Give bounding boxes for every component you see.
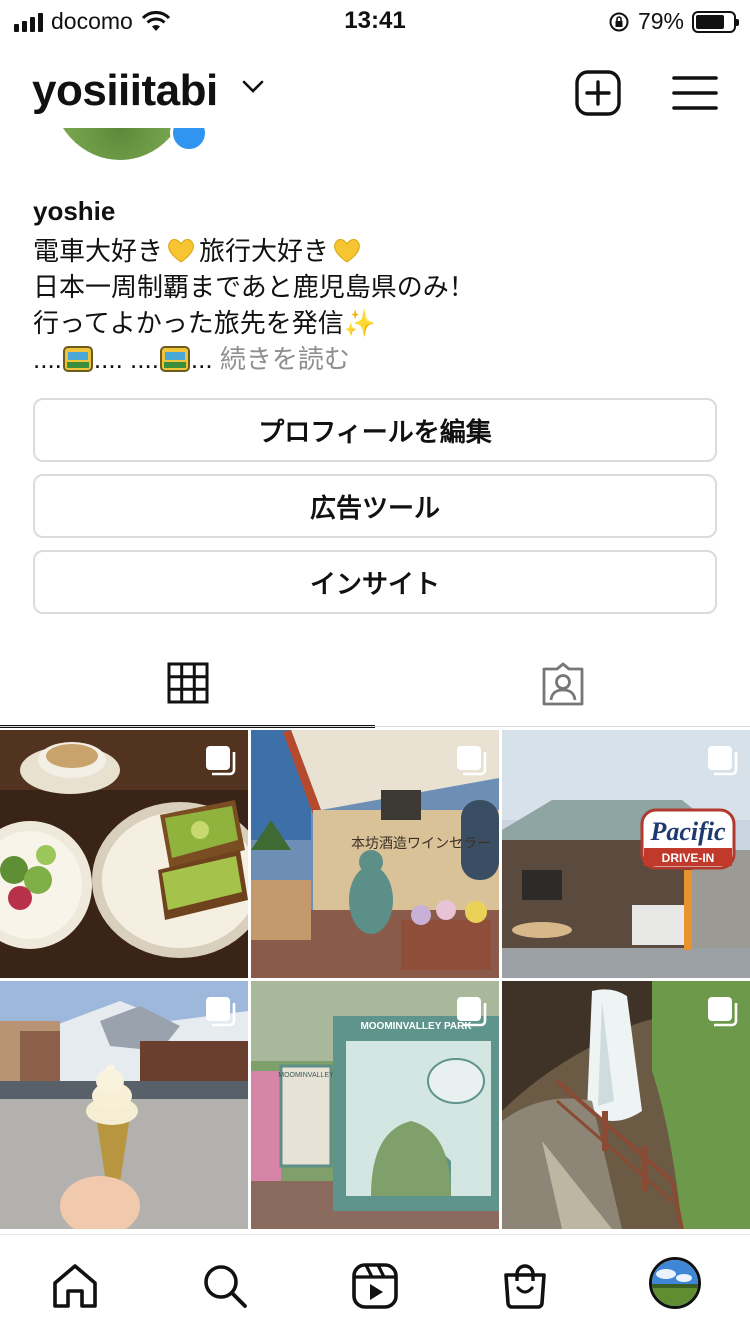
moomin-side-sign: MOOMINVALLEY	[278, 1072, 334, 1079]
read-more-link[interactable]: 続きを読む	[220, 344, 350, 374]
avatar[interactable]	[50, 128, 210, 164]
display-name: yoshie	[33, 196, 116, 226]
winery-sign: 本坊酒造ワインセラー	[351, 835, 491, 851]
grid-photo-pacific-drive-in[interactable]: Pacific DRIVE-IN	[502, 730, 750, 978]
search-icon[interactable]	[200, 1261, 250, 1311]
profile-bio: yoshie 電車大好き 旅行大好き 日本一周制覇まであと鹿児島県のみ！ 行ってよ…	[33, 196, 723, 377]
bio-line-1: 電車大好き 旅行大好き	[33, 233, 723, 269]
tagged-person-icon	[542, 662, 583, 706]
yellow-heart-icon	[168, 239, 194, 263]
edit-profile-button[interactable]: プロフィールを編集	[33, 398, 717, 462]
reels-icon[interactable]	[350, 1261, 400, 1311]
pacific-sign: Pacific	[649, 817, 726, 846]
shop-icon[interactable]	[500, 1261, 550, 1311]
chevron-down-icon[interactable]	[242, 80, 264, 94]
profile-avatar[interactable]	[649, 1257, 701, 1309]
grid-photo-cafe-plates[interactable]	[0, 730, 248, 978]
tab-tagged[interactable]	[375, 640, 750, 728]
sparkles-icon: ✨	[343, 308, 377, 338]
multiple-photos-icon	[708, 746, 738, 776]
grid-photo-winery[interactable]: 本坊酒造ワインセラー	[251, 730, 499, 978]
grid-photo-waterfall[interactable]	[502, 981, 750, 1229]
tram-icon	[159, 346, 190, 372]
multiple-photos-icon	[206, 997, 236, 1027]
add-story-icon[interactable]	[170, 128, 208, 152]
grid-photo-moominvalley[interactable]: MOOMINVALLEY MOOMINVALLEY PARK	[251, 981, 499, 1229]
grid-photo-soft-serve[interactable]	[0, 981, 248, 1229]
yellow-heart-icon	[334, 239, 360, 263]
insights-button[interactable]: インサイト	[33, 550, 717, 614]
bottom-navigation	[0, 1234, 750, 1334]
home-icon[interactable]	[50, 1261, 100, 1311]
menu-icon[interactable]	[670, 68, 720, 118]
tab-posts-grid[interactable]	[0, 640, 375, 728]
orientation-lock-icon	[609, 12, 629, 31]
new-post-icon[interactable]	[573, 68, 623, 118]
bio-line-4: ........ ....... 続きを読む	[33, 344, 350, 374]
battery-icon	[692, 10, 739, 33]
profile-header: yosiiitabi	[0, 58, 750, 128]
bio-line-3: 行ってよかった旅先を発信✨	[33, 308, 377, 338]
battery-percent: 79%	[637, 8, 684, 34]
multiple-photos-icon	[457, 746, 487, 776]
username-title[interactable]: yosiiitabi	[32, 66, 218, 116]
multiple-photos-icon	[206, 746, 236, 776]
grid-icon	[167, 662, 208, 703]
tram-icon	[62, 346, 93, 372]
ad-tools-button[interactable]: 広告ツール	[33, 474, 717, 538]
multiple-photos-icon	[708, 997, 738, 1027]
status-bar: docomo 13:41 79%	[0, 0, 750, 42]
avatar	[652, 1260, 698, 1306]
tab-divider	[0, 726, 750, 727]
bio-line-2: 日本一周制覇まであと鹿児島県のみ！	[33, 272, 475, 302]
profile-tabs	[0, 640, 750, 730]
multiple-photos-icon	[457, 997, 487, 1027]
drive-in-sign: DRIVE-IN	[662, 851, 715, 865]
